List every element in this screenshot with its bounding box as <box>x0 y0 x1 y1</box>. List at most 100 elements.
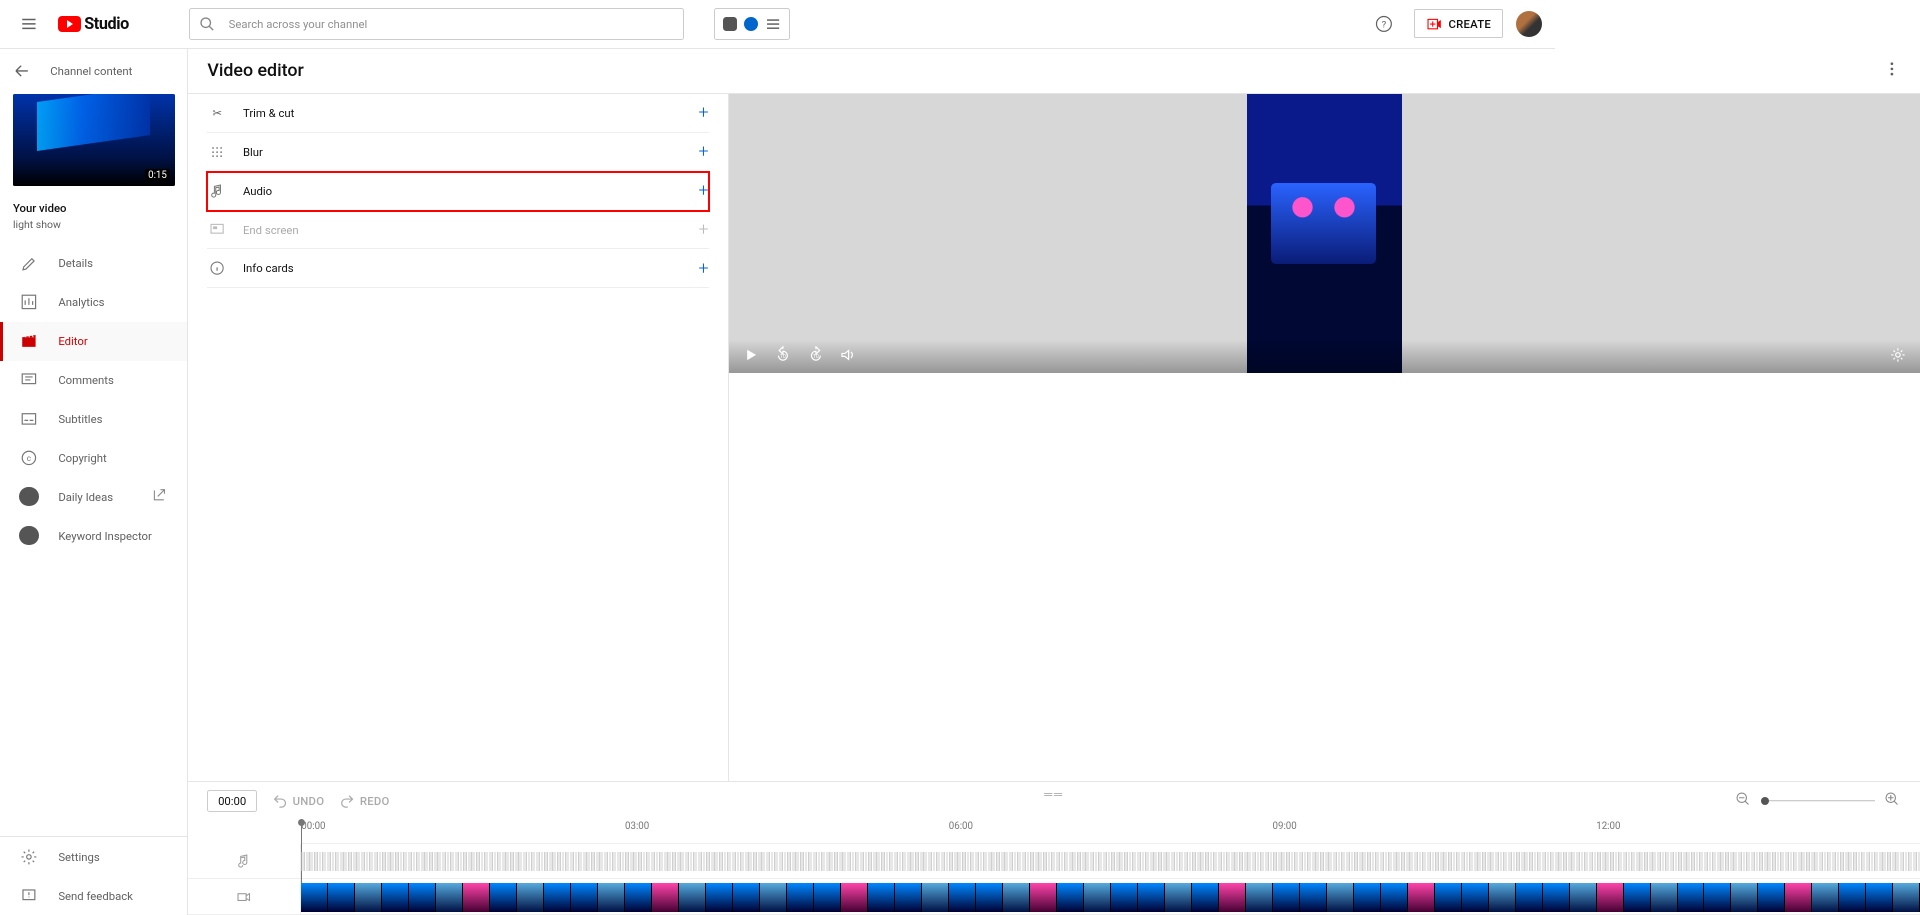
sidebar-item-label: Keyword Inspector <box>58 529 152 543</box>
help-button[interactable]: ? <box>1368 8 1400 40</box>
timeline-track-audio[interactable] <box>188 844 1920 880</box>
gear-icon <box>1889 346 1907 364</box>
page-header: Video editor <box>188 49 1920 94</box>
sidebar-item-details[interactable]: Details <box>0 244 187 283</box>
tool-row-end-screen: End screen + <box>207 211 708 250</box>
undo-label: UNDO <box>293 794 325 808</box>
top-app-bar: Studio Search across your channel ? CREA… <box>0 0 1555 49</box>
tool-row-trim[interactable]: ✂ Trim & cut + <box>207 94 708 133</box>
music-note-icon <box>207 183 226 199</box>
account-avatar[interactable] <box>1516 11 1542 37</box>
timeline-tick: 03:00 <box>625 821 649 832</box>
sidebar-item-label: Analytics <box>58 295 104 309</box>
sidebar-item-editor[interactable]: Editor <box>0 322 187 361</box>
video-player[interactable]: 10 10 <box>729 94 1920 373</box>
redo-button[interactable]: REDO <box>339 793 390 809</box>
svg-text:c: c <box>27 453 31 463</box>
left-sidebar: Channel content 0:15 Your video light sh… <box>0 49 188 915</box>
svg-text:?: ? <box>1382 19 1387 30</box>
svg-text:10: 10 <box>813 354 819 360</box>
audio-waveform <box>301 852 1920 871</box>
sidebar-item-settings[interactable]: Settings <box>0 837 187 876</box>
rewind-10-button[interactable]: 10 <box>774 346 792 367</box>
zoom-out-button[interactable] <box>1735 791 1751 810</box>
hamburger-icon <box>20 15 38 33</box>
forward-10-icon: 10 <box>807 346 825 364</box>
arrow-left-icon <box>13 62 31 80</box>
sidebar-item-send-feedback[interactable]: Send feedback <box>0 876 187 915</box>
rewind-10-icon: 10 <box>774 346 792 364</box>
tool-label: Blur <box>243 145 682 159</box>
comments-icon <box>19 371 38 389</box>
gear-icon <box>19 848 38 866</box>
scissors-icon: ✂ <box>207 106 226 120</box>
your-video-heading: Your video <box>13 201 174 215</box>
tool-list: ✂ Trim & cut + Blur + Audio + End screen… <box>188 94 729 781</box>
camera-icon <box>236 889 252 905</box>
current-time-display[interactable]: 00:00 <box>207 790 257 812</box>
feedback-icon <box>19 887 38 905</box>
logo-text: Studio <box>84 14 129 33</box>
create-button[interactable]: CREATE <box>1414 9 1504 38</box>
timeline-toolbar: 00:00 UNDO REDO ══ <box>188 782 1920 819</box>
your-video-block: Your video light show <box>0 186 187 237</box>
zoom-out-icon <box>1735 791 1751 807</box>
timeline-track-video[interactable] <box>188 879 1920 915</box>
copyright-icon: c <box>19 449 38 467</box>
your-video-title: light show <box>13 218 174 231</box>
studio-logo[interactable]: Studio <box>58 14 129 33</box>
add-button[interactable]: + <box>698 102 708 123</box>
create-video-icon <box>1426 16 1442 32</box>
sidebar-item-keyword-inspector[interactable]: Keyword Inspector <box>0 516 187 555</box>
extension-badge-icon <box>744 17 759 32</box>
sidebar-item-copyright[interactable]: c Copyright <box>0 438 187 477</box>
player-settings-button[interactable] <box>1889 346 1907 367</box>
tool-label: Trim & cut <box>243 106 682 120</box>
add-button[interactable]: + <box>698 141 708 162</box>
sidebar-item-daily-ideas[interactable]: Daily Ideas <box>0 477 187 516</box>
sidebar-item-subtitles[interactable]: Subtitles <box>0 400 187 439</box>
redo-label: REDO <box>360 794 390 808</box>
timeline-tick: 06:00 <box>949 821 973 832</box>
redo-icon <box>339 793 355 809</box>
undo-icon <box>272 793 288 809</box>
video-thumbnail[interactable]: 0:15 <box>13 94 175 186</box>
add-button: + <box>698 219 708 240</box>
timeline: 00:00 UNDO REDO ══ 00:0003:0006:0009:001… <box>188 781 1920 915</box>
forward-10-button[interactable]: 10 <box>807 346 825 367</box>
main-content: Video editor ✂ Trim & cut + Blur + Audio… <box>188 49 1920 915</box>
timeline-drag-handle-icon[interactable]: ══ <box>1044 787 1063 801</box>
timeline-ruler[interactable]: 00:0003:0006:0009:0012:0014:20 <box>301 819 1920 843</box>
tool-row-blur[interactable]: Blur + <box>207 133 708 172</box>
sidebar-item-comments[interactable]: Comments <box>0 361 187 400</box>
more-options-button[interactable] <box>1883 60 1901 81</box>
sidebar-bottom: Settings Send feedback <box>0 836 187 915</box>
extension-badges[interactable] <box>714 8 790 40</box>
sidebar-item-label: Send feedback <box>58 889 133 903</box>
tool-label: Audio <box>243 184 682 198</box>
sidebar-item-label: Subtitles <box>58 412 102 426</box>
undo-button[interactable]: UNDO <box>272 793 325 809</box>
zoom-in-button[interactable] <box>1884 791 1900 810</box>
add-button[interactable]: + <box>698 258 708 279</box>
hamburger-menu-button[interactable] <box>13 8 45 40</box>
svg-text:10: 10 <box>780 354 786 360</box>
tool-label: End screen <box>243 223 682 237</box>
search-input[interactable]: Search across your channel <box>189 8 685 40</box>
zoom-slider[interactable] <box>1761 800 1874 802</box>
timeline-tick: 12:00 <box>1596 821 1620 832</box>
back-to-channel-content[interactable]: Channel content <box>0 49 187 94</box>
blur-icon <box>207 144 226 160</box>
tool-row-info-cards[interactable]: Info cards + <box>207 249 708 288</box>
tool-label: Info cards <box>243 261 682 275</box>
sidebar-item-label: Editor <box>58 334 87 348</box>
volume-button[interactable] <box>839 346 857 367</box>
sidebar-item-analytics[interactable]: Analytics <box>0 283 187 322</box>
add-button[interactable]: + <box>698 180 708 201</box>
clapperboard-icon <box>19 332 38 350</box>
play-button[interactable] <box>742 346 760 367</box>
end-screen-icon <box>207 221 226 237</box>
extension-dot-icon <box>19 487 38 506</box>
timeline-tick: 00:00 <box>301 821 325 832</box>
tool-row-audio[interactable]: Audio + <box>207 172 708 211</box>
